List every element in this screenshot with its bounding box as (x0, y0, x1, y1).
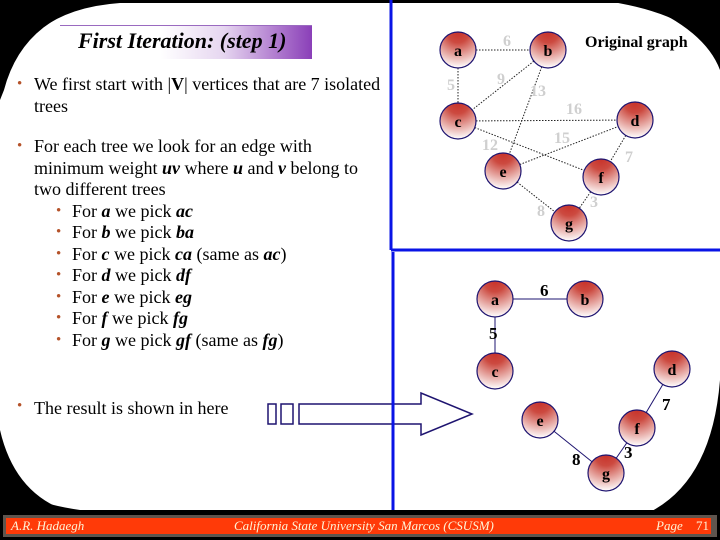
node-label: a (491, 292, 499, 309)
footer-author: A.R. Hadaegh (11, 518, 85, 533)
edge-cd (457, 119, 636, 122)
edge-weight-df: 7 (625, 149, 633, 166)
edge-weight-bc: 9 (497, 71, 505, 88)
node-f: f (618, 409, 656, 447)
original-graph-label: Original graph (585, 34, 688, 51)
node-d: d (653, 350, 691, 388)
node-label: d (631, 113, 640, 130)
node-e: e (484, 152, 522, 190)
node-c: c (439, 102, 477, 140)
node-label: g (565, 216, 573, 233)
node-label: f (634, 421, 640, 438)
node-label: c (454, 114, 461, 131)
node-g: g (550, 204, 588, 242)
edge-weight-eg: 8 (572, 450, 581, 469)
node-label: e (536, 413, 543, 430)
right-arrow-icon (267, 391, 474, 437)
node-b: b (529, 31, 567, 69)
node-label: f (598, 170, 604, 187)
edge-weight-be: 13 (530, 83, 546, 100)
node-label: e (499, 164, 506, 181)
node-d: d (616, 101, 654, 139)
node-label: g (602, 466, 610, 483)
node-c: c (476, 352, 514, 390)
edge-weight-fg: 3 (590, 194, 598, 211)
footer-bar: A.R. Hadaegh California State University… (6, 518, 711, 534)
node-label: a (454, 43, 462, 60)
node-e: e (521, 401, 559, 439)
original-graph: 6 5 9 13 16 12 15 7 8 3 a b c d e f g (439, 31, 654, 242)
node-a: a (439, 31, 477, 69)
edge-weight-ab: 6 (540, 281, 549, 300)
result-graph: 6 5 7 8 3 a b c d e f g (476, 280, 691, 492)
edge-be (502, 49, 549, 172)
edge-weight-cd: 16 (566, 101, 582, 118)
node-g: g (587, 454, 625, 492)
slide: First Iteration: (step 1) We first start… (0, 0, 720, 540)
node-label: d (668, 362, 677, 379)
edge-cf (457, 120, 602, 178)
node-b: b (566, 280, 604, 318)
node-label: b (581, 292, 590, 309)
edge-weight-fg: 3 (624, 443, 633, 462)
edge-weight-ed: 15 (554, 130, 570, 147)
node-label: c (491, 364, 498, 381)
edge-weight-eg: 8 (537, 203, 545, 220)
edge-weight-ab: 6 (503, 33, 511, 50)
footer: A.R. Hadaegh California State University… (3, 515, 717, 537)
footer-page-label: Page (656, 518, 683, 533)
edge-weight-df: 7 (662, 395, 671, 414)
node-a: a (476, 280, 514, 318)
footer-institution: California State University San Marcos (… (234, 518, 494, 533)
edge-weight-cf: 12 (482, 137, 498, 154)
node-f: f (582, 158, 620, 196)
footer-page-number: 71 (696, 518, 709, 533)
node-label: b (544, 43, 553, 60)
edge-weight-ac: 5 (489, 324, 498, 343)
graph-canvas: 6 5 9 13 16 12 15 7 8 3 a b c d e f g 6 5 7 8 3 a b c d e f g Origi… (267, 0, 720, 510)
edge-weight-ac: 5 (447, 77, 455, 94)
